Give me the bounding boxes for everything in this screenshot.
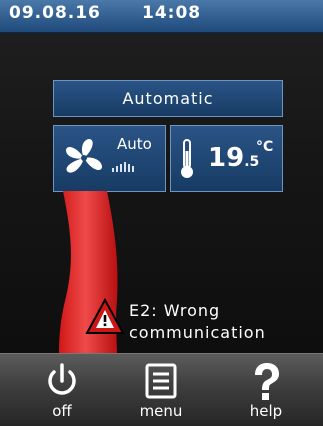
- temperature-unit: °C: [256, 139, 274, 155]
- menu-label: menu: [139, 402, 183, 420]
- temperature-value: 19.5: [208, 143, 260, 173]
- help-icon: [255, 363, 279, 400]
- mode-label: Automatic: [122, 89, 214, 108]
- menu-icon: [145, 363, 177, 399]
- main-screen: Automatic Auto 19.5 °C E2: Wrong communi…: [0, 33, 323, 353]
- fan-level-indicator: [112, 162, 134, 172]
- bottom-nav-bar: off menu help: [0, 353, 323, 426]
- off-label: off: [52, 402, 72, 420]
- help-button[interactable]: help: [226, 354, 306, 426]
- error-message: E2: Wrong communication: [129, 301, 266, 342]
- time-display: 14:08: [142, 3, 202, 23]
- mode-button[interactable]: Automatic: [53, 80, 283, 117]
- off-button[interactable]: off: [22, 354, 102, 426]
- menu-button[interactable]: menu: [121, 354, 201, 426]
- fan-icon: [66, 139, 102, 173]
- fan-speed-button[interactable]: Auto: [53, 125, 166, 192]
- fan-mode-label: Auto: [117, 135, 152, 153]
- warning-icon: [85, 298, 125, 334]
- thermometer-icon: [181, 139, 193, 178]
- help-label: help: [249, 402, 283, 420]
- temperature-button[interactable]: 19.5 °C: [170, 125, 283, 192]
- status-bar: 09.08.16 14:08: [0, 0, 323, 33]
- date-display: 09.08.16: [9, 3, 101, 23]
- power-icon: [48, 363, 76, 395]
